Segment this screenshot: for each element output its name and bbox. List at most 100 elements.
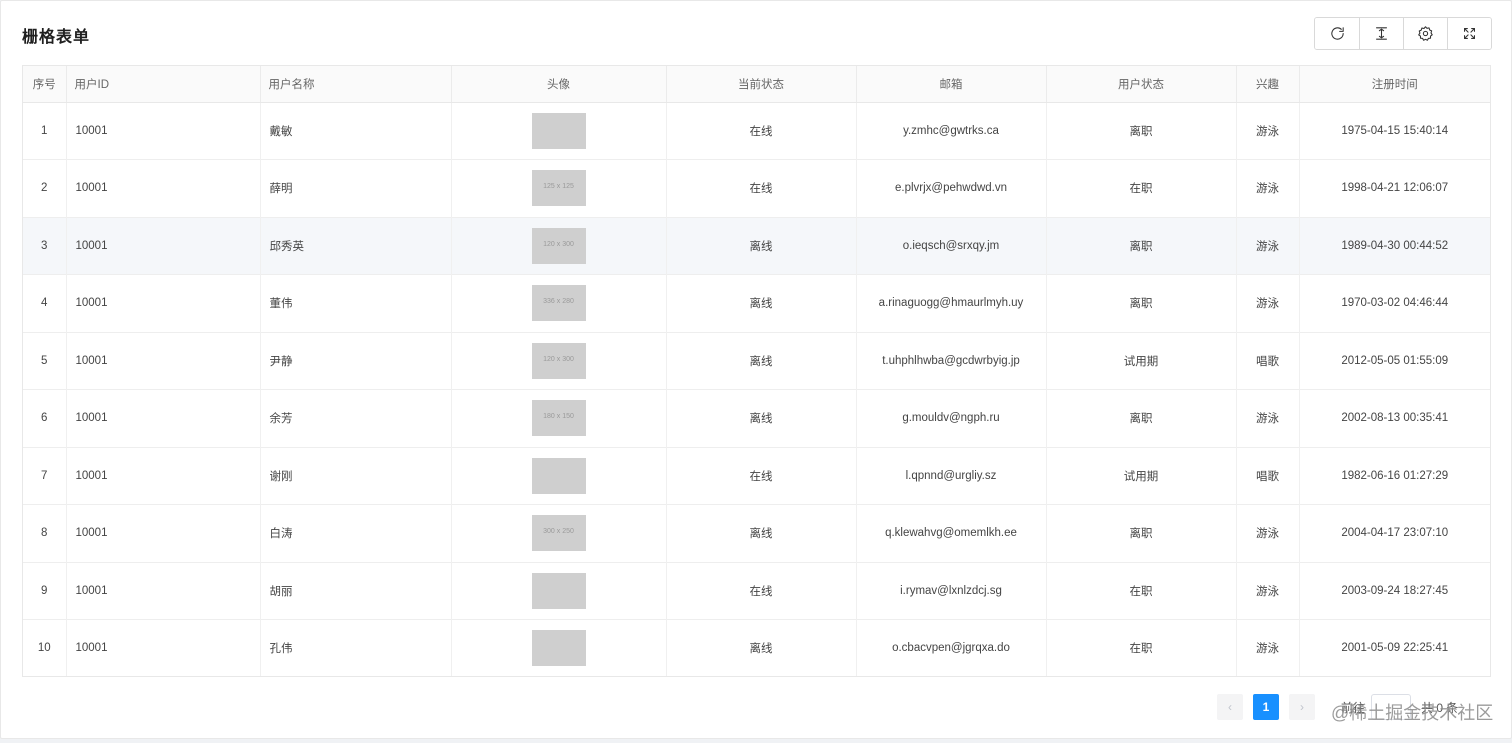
avatar-image[interactable]: [531, 112, 586, 149]
cell-user-name: 白涛: [260, 504, 452, 562]
avatar-image[interactable]: 125 x 125: [531, 170, 586, 207]
cell-user-name: 谢刚: [260, 447, 452, 505]
cell-online-status: 离线: [666, 274, 857, 332]
cell-email: i.rymav@lxnlzdcj.sg: [856, 562, 1047, 620]
table-row[interactable]: 8 10001 白涛 300 x 250 离线 q.klewahvg@omemlkh.ee…: [23, 504, 1490, 562]
density-button[interactable]: [1359, 18, 1403, 49]
cell-hobby: 游泳: [1236, 274, 1300, 332]
column-header-hobby[interactable]: 兴趣: [1236, 66, 1300, 103]
cell-register-time: 1970-03-02 04:46:44: [1341, 297, 1449, 310]
cell-email: o.cbacvpen@jgrqxa.do: [856, 619, 1047, 676]
table-row[interactable]: 6 10001 余芳 180 x 150 离线 g.mouldv@ngph.ru 离职 游泳 2…: [23, 389, 1490, 447]
table-row[interactable]: 7 10001 谢刚 在线 l.qpnnd@urgliy.sz 试用期 唱歌 1982-06-…: [23, 447, 1490, 505]
cell-email: e.plvrjx@pehwdwd.vn: [856, 159, 1047, 217]
cell-hobby: 唱歌: [1236, 447, 1300, 505]
cell-user-status: 离职: [1046, 504, 1237, 562]
cell-user-status: 试用期: [1046, 447, 1237, 505]
column-header-register-time[interactable]: 注册时间: [1299, 66, 1490, 103]
cell-user-id: 10001: [66, 562, 261, 620]
cell-user-name: 戴敏: [260, 102, 452, 160]
cell-user-id: 10001: [66, 274, 261, 332]
cell-hobby: 游泳: [1236, 217, 1300, 275]
fullscreen-icon: [1464, 28, 1475, 39]
cell-user-id: 10001: [66, 102, 261, 160]
cell-user-name: 尹静: [260, 332, 452, 390]
column-header-user-id[interactable]: 用户ID: [66, 66, 261, 103]
table-row[interactable]: 5 10001 尹静 120 x 300 离线 t.uhphlhwba@gcdwrbyig…: [23, 332, 1490, 390]
cell-user-id: 10001: [66, 447, 261, 505]
cell-index: 1: [23, 102, 67, 160]
cell-avatar: 120 x 300: [451, 217, 667, 275]
cell-index: 3: [23, 217, 67, 275]
avatar-image[interactable]: 120 x 300: [531, 227, 586, 264]
cell-register-time: 2012-05-05 01:55:09: [1341, 354, 1449, 367]
cell-user-status: 离职: [1046, 217, 1237, 275]
page-number-1[interactable]: 1: [1253, 694, 1279, 720]
cell-user-status: 离职: [1046, 389, 1237, 447]
avatar-image[interactable]: [531, 630, 586, 667]
cell-email: g.mouldv@ngph.ru: [856, 389, 1047, 447]
cell-avatar: 300 x 250: [451, 504, 667, 562]
cell-avatar: [451, 102, 667, 160]
cell-index: 4: [23, 274, 67, 332]
cell-online-status: 离线: [666, 389, 857, 447]
avatar-placeholder-text: 336 x 280: [543, 298, 574, 306]
next-page-button[interactable]: ›: [1289, 694, 1315, 720]
avatar-image[interactable]: 336 x 280: [531, 285, 586, 322]
cell-index: 7: [23, 447, 67, 505]
fullscreen-button[interactable]: [1447, 18, 1491, 49]
settings-button[interactable]: [1403, 18, 1447, 49]
cell-register-time: 2001-05-09 22:25:41: [1341, 642, 1449, 655]
table-toolbar: [1314, 17, 1492, 50]
table-row[interactable]: 1 10001 戴敏 在线 y.zmhc@gwtrks.ca 离职 游泳 1975-04-15…: [23, 102, 1490, 160]
refresh-button[interactable]: [1315, 18, 1359, 49]
cell-hobby: 游泳: [1236, 389, 1300, 447]
cell-hobby: 游泳: [1236, 159, 1300, 217]
avatar-image[interactable]: [531, 457, 586, 494]
cell-user-id: 10001: [66, 332, 261, 390]
avatar-placeholder-text: 180 x 150: [543, 413, 574, 421]
table-row[interactable]: 9 10001 胡丽 在线 i.rymav@lxnlzdcj.sg 在职 游泳 2003-09…: [23, 562, 1490, 620]
cell-avatar: [451, 619, 667, 676]
avatar-placeholder-text: 125 x 125: [543, 183, 574, 191]
column-header-avatar[interactable]: 头像: [451, 66, 667, 103]
avatar-placeholder-text: 300 x 250: [543, 528, 574, 536]
cell-user-name: 胡丽: [260, 562, 452, 620]
avatar-image[interactable]: 180 x 150: [531, 400, 586, 437]
avatar-image[interactable]: 120 x 300: [531, 342, 586, 379]
cell-user-status: 离职: [1046, 102, 1237, 160]
cell-avatar: 336 x 280: [451, 274, 667, 332]
cell-index: 5: [23, 332, 67, 390]
column-header-user-status[interactable]: 用户状态: [1046, 66, 1237, 103]
cell-online-status: 在线: [666, 562, 857, 620]
avatar-image[interactable]: [531, 572, 586, 609]
column-header-online-status[interactable]: 当前状态: [666, 66, 857, 103]
cell-user-status: 在职: [1046, 159, 1237, 217]
card-header: 栅格表单: [1, 1, 1511, 65]
cell-register-time: 1989-04-30 00:44:52: [1341, 239, 1449, 252]
prev-page-button[interactable]: ‹: [1217, 694, 1243, 720]
cell-email: o.ieqsch@srxqy.jm: [856, 217, 1047, 275]
cell-index: 6: [23, 389, 67, 447]
cell-online-status: 离线: [666, 332, 857, 390]
cell-online-status: 在线: [666, 159, 857, 217]
data-table: 序号 用户ID 用户名称 头像 当前状态 邮箱 用户状态 兴趣 注册时间 1 10…: [22, 65, 1491, 677]
avatar-placeholder-text: 120 x 300: [543, 355, 574, 363]
column-header-user-name[interactable]: 用户名称: [260, 66, 452, 103]
cell-user-status: 试用期: [1046, 332, 1237, 390]
gear-icon: [1418, 26, 1433, 41]
table-row[interactable]: 10 10001 孔伟 离线 o.cbacvpen@jgrqxa.do 在职 游泳 2001-…: [23, 619, 1490, 676]
cell-index: 9: [23, 562, 67, 620]
column-header-index[interactable]: 序号: [23, 66, 67, 103]
table-row[interactable]: 2 10001 薛明 125 x 125 在线 e.plvrjx@pehwdwd.vn 在职…: [23, 159, 1490, 217]
cell-user-id: 10001: [66, 217, 261, 275]
table-row[interactable]: 3 10001 邱秀英 120 x 300 离线 o.ieqsch@srxqy.jm 离职游…: [23, 217, 1490, 275]
cell-avatar: [451, 447, 667, 505]
column-header-email[interactable]: 邮箱: [856, 66, 1047, 103]
table-row[interactable]: 4 10001 董伟 336 x 280 离线 a.rinaguogg@hmaurlmyh…: [23, 274, 1490, 332]
cell-user-id: 10001: [66, 389, 261, 447]
cell-user-status: 在职: [1046, 562, 1237, 620]
cell-register-time: 1975-04-15 15:40:14: [1341, 124, 1449, 137]
watermark: @稀土掘金技术社区: [1331, 703, 1494, 723]
avatar-image[interactable]: 300 x 250: [531, 515, 586, 552]
